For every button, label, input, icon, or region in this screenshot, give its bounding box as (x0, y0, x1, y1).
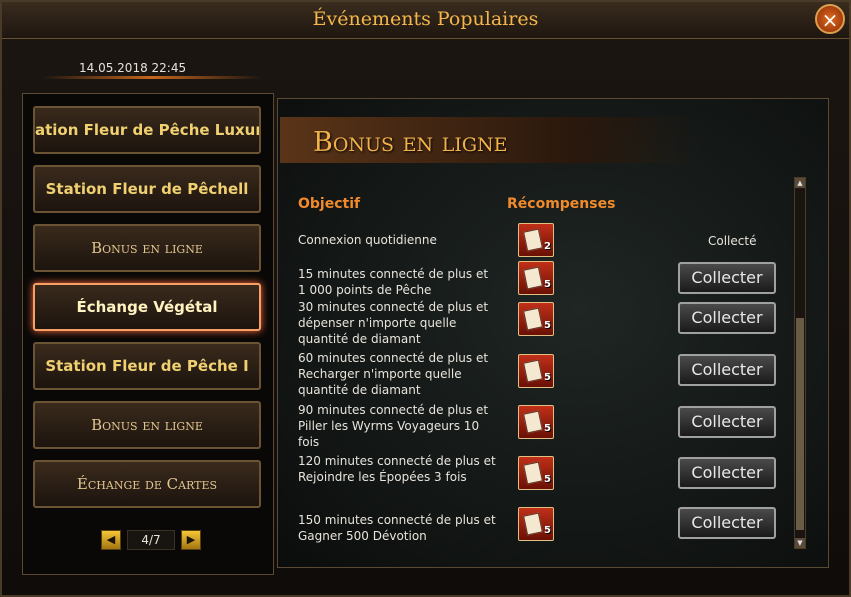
card-icon (523, 461, 543, 485)
server-datetime: 14.05.2018 22:45 (79, 61, 187, 75)
objective-label: 90 minutes connecté de plus et Piller le… (298, 403, 489, 449)
event-item[interactable]: Bonus en ligne (33, 224, 261, 272)
event-item[interactable]: Station Fleur de Pêchell (33, 165, 261, 213)
card-icon (523, 359, 543, 383)
scrollbar[interactable]: ▲ ▼ (794, 177, 806, 549)
column-header-rewards: Récompenses (507, 196, 616, 212)
scroll-thumb[interactable] (796, 318, 804, 530)
event-item[interactable]: Échange de Cartes (33, 460, 261, 508)
objective-label: 150 minutes connecté de plus et Gagner 5… (298, 513, 496, 543)
scroll-up-icon[interactable]: ▲ (795, 178, 805, 188)
collect-button[interactable]: Collecter (678, 354, 776, 386)
window-title: Événements Populaires (312, 8, 539, 30)
collect-button[interactable]: Collecter (678, 302, 776, 334)
reward-icon[interactable]: 5 (518, 354, 554, 388)
objective-label: Connexion quotidienne (298, 233, 437, 247)
card-icon (523, 410, 543, 434)
event-list-panel: ation Fleur de Pêche Luxuriante Station … (22, 93, 274, 575)
objective-label: 30 minutes connecté de plus et dépenser … (298, 300, 489, 346)
pagination: ◀ 4/7 ▶ (101, 530, 201, 550)
column-header-objective: Objectif (298, 196, 361, 212)
reward-quantity: 5 (544, 423, 551, 434)
collect-button[interactable]: Collecter (678, 406, 776, 438)
events-window: Événements Populaires × 14.05.2018 22:45… (0, 0, 851, 597)
objective-label: 60 minutes connecté de plus et Recharger… (298, 351, 489, 397)
event-item[interactable]: ation Fleur de Pêche Luxuriante (33, 106, 261, 154)
collected-status: Collecté (708, 234, 757, 248)
title-bar: Événements Populaires × (2, 2, 849, 39)
close-icon[interactable]: × (815, 4, 845, 34)
reward-icon[interactable]: 5 (518, 302, 554, 336)
event-item[interactable]: Station Fleur de Pêche I (33, 342, 261, 390)
collect-button[interactable]: Collecter (678, 457, 776, 489)
page-indicator: 4/7 (127, 530, 175, 550)
scroll-down-icon[interactable]: ▼ (795, 538, 805, 548)
reward-quantity: 5 (544, 279, 551, 290)
collect-button[interactable]: Collecter (678, 262, 776, 294)
reward-icon[interactable]: 5 (518, 456, 554, 490)
card-icon (523, 307, 543, 331)
reward-quantity: 5 (544, 525, 551, 536)
reward-icon[interactable]: 5 (518, 507, 554, 541)
reward-icon[interactable]: 2 (518, 223, 554, 257)
reward-quantity: 5 (544, 474, 551, 485)
event-item[interactable]: Bonus en ligne (33, 401, 261, 449)
collect-button[interactable]: Collecter (678, 507, 776, 539)
arrow-right-icon[interactable]: ▶ (181, 530, 201, 550)
event-detail-panel: Bonus en ligne Objectif Récompenses Conn… (277, 98, 829, 568)
banner-title: Bonus en ligne (313, 127, 508, 158)
objective-label: 15 minutes connecté de plus et 1 000 poi… (298, 267, 489, 297)
objective-label: 120 minutes connecté de plus et Rejoindr… (298, 454, 496, 484)
reward-quantity: 5 (544, 372, 551, 383)
card-icon (523, 266, 543, 290)
decorative-glow (42, 76, 262, 79)
reward-icon[interactable]: 5 (518, 261, 554, 295)
reward-icon[interactable]: 5 (518, 405, 554, 439)
reward-quantity: 5 (544, 320, 551, 331)
reward-quantity: 2 (544, 241, 551, 252)
event-item-active[interactable]: Échange Végétal (33, 283, 261, 331)
card-icon (523, 228, 543, 252)
card-icon (523, 512, 543, 536)
arrow-left-icon[interactable]: ◀ (101, 530, 121, 550)
